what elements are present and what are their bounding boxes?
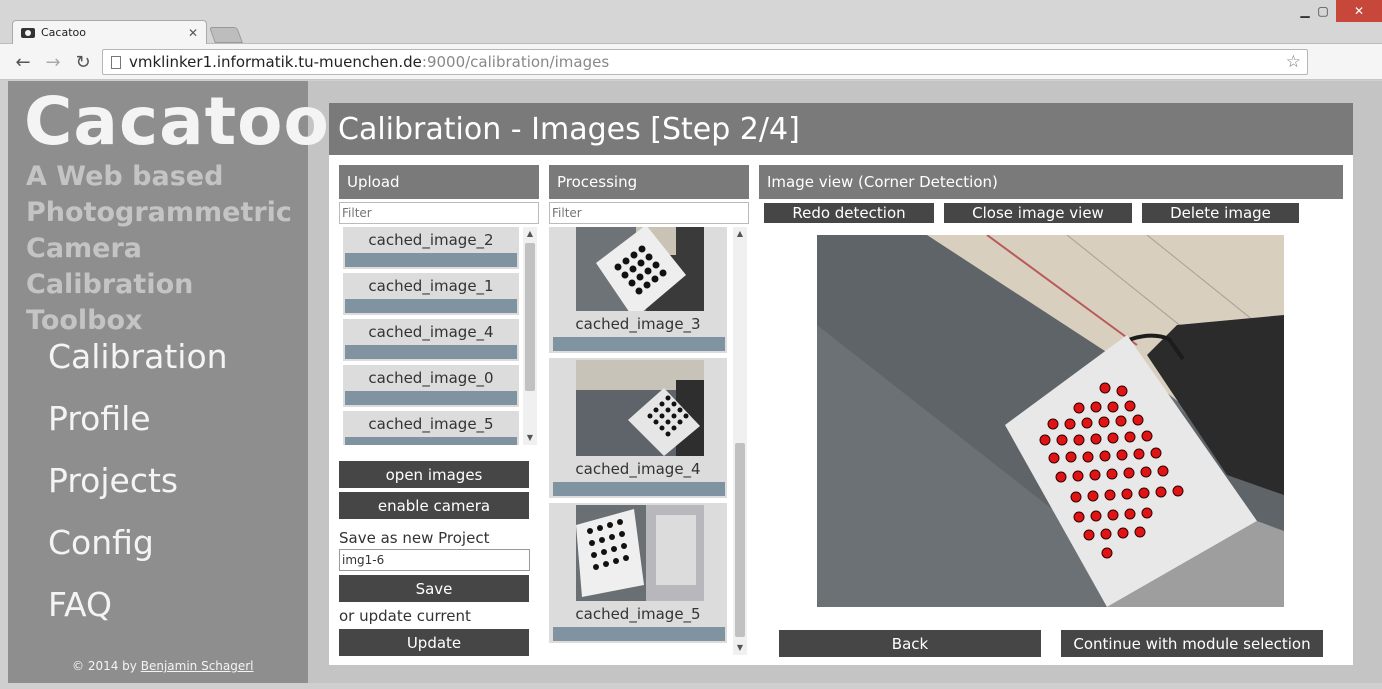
progress-bar (345, 391, 517, 405)
thumbnail-image (576, 227, 704, 311)
list-item[interactable]: cached_image_4 (343, 319, 519, 361)
footer-prefix: © 2014 by (72, 659, 137, 673)
upload-scrollbar[interactable]: ▲ ▼ (523, 227, 537, 445)
processing-filter-input[interactable] (549, 202, 749, 224)
page: Cacatoo A Web based Photogrammetric Came… (8, 81, 1382, 683)
scroll-thumb[interactable] (525, 243, 535, 391)
nav-faq[interactable]: FAQ (48, 585, 228, 647)
new-tab-button[interactable] (209, 27, 243, 43)
upload-list: cached_image_2 cached_image_1 cached_ima… (339, 227, 539, 445)
forward-arrow-icon[interactable]: → (42, 51, 64, 73)
footer: © 2014 by Benjamin Schagerl (72, 659, 254, 673)
delete-image-button[interactable]: Delete image (1142, 203, 1299, 223)
camera-icon (21, 27, 35, 38)
progress-bar (345, 345, 517, 359)
browser-tab[interactable]: Cacatoo ✕ (12, 20, 207, 44)
processing-list: cached_image_3 cached_image_4 cached_ima… (549, 227, 729, 655)
list-item-label: cached_image_5 (368, 415, 494, 433)
tagline: A Web based Photogrammetric Camera Calib… (26, 161, 292, 336)
upload-filter-input[interactable] (339, 202, 539, 224)
list-item[interactable]: cached_image_4 (549, 358, 727, 498)
calibration-image (817, 235, 1284, 607)
page-title: Calibration - Images [Step 2/4] (329, 103, 1353, 155)
address-bar[interactable]: vmklinker1.informatik.tu-muenchen.de :90… (102, 49, 1308, 75)
reload-icon[interactable]: ↻ (72, 51, 94, 73)
list-item[interactable]: cached_image_1 (343, 273, 519, 315)
main-content: Upload cached_image_2 cached_image_1 cac… (329, 155, 1353, 665)
back-arrow-icon[interactable]: ← (12, 51, 34, 73)
page-icon (111, 55, 121, 69)
nav-profile[interactable]: Profile (48, 399, 228, 461)
progress-bar (553, 627, 725, 641)
list-item[interactable]: cached_image_0 (343, 365, 519, 407)
scroll-down-icon[interactable]: ▼ (523, 431, 537, 445)
list-item-label: cached_image_2 (368, 231, 494, 249)
image-view-heading: Image view (Corner Detection) (759, 165, 1343, 199)
open-images-button[interactable]: open images (339, 461, 529, 488)
maximize-icon[interactable]: ▢ (1310, 0, 1336, 22)
scroll-up-icon[interactable]: ▲ (523, 227, 537, 241)
continue-button[interactable]: Continue with module selection (1061, 630, 1323, 657)
window-close-icon[interactable]: ✕ (1336, 0, 1382, 22)
scroll-up-icon[interactable]: ▲ (733, 227, 747, 241)
nav-calibration[interactable]: Calibration (48, 337, 228, 399)
list-item-label: cached_image_4 (575, 460, 701, 478)
progress-bar (553, 482, 725, 496)
tab-title: Cacatoo (41, 26, 86, 39)
brand-title: Cacatoo (24, 83, 330, 160)
thumbnail-image (576, 505, 704, 601)
save-button[interactable]: Save (339, 575, 529, 602)
save-as-label: Save as new Project (339, 529, 490, 547)
footer-author-link[interactable]: Benjamin Schagerl (141, 659, 254, 673)
update-button[interactable]: Update (339, 629, 529, 656)
nav-projects[interactable]: Projects (48, 461, 228, 523)
close-image-view-button[interactable]: Close image view (944, 203, 1132, 223)
list-item-label: cached_image_1 (368, 277, 494, 295)
url-path: :9000/calibration/images (421, 53, 610, 71)
list-item[interactable]: cached_image_5 (549, 503, 727, 643)
list-item[interactable]: cached_image_5 (343, 411, 519, 445)
list-item[interactable]: cached_image_2 (343, 227, 519, 269)
bookmark-star-icon[interactable]: ☆ (1286, 52, 1301, 72)
browser-toolbar: ← → ↻ vmklinker1.informatik.tu-muenchen.… (0, 44, 1382, 120)
progress-bar (345, 437, 517, 445)
progress-bar (345, 253, 517, 267)
list-item-label: cached_image_5 (575, 605, 701, 623)
processing-heading: Processing (549, 165, 749, 199)
scroll-down-icon[interactable]: ▼ (733, 641, 747, 655)
redo-detection-button[interactable]: Redo detection (764, 203, 934, 223)
list-item[interactable]: cached_image_3 (549, 227, 727, 353)
nav-config[interactable]: Config (48, 523, 228, 585)
browser-titlebar: Cacatoo ✕ ▁ ▢ ✕ (0, 0, 1382, 44)
enable-camera-button[interactable]: enable camera (339, 492, 529, 519)
url-host: vmklinker1.informatik.tu-muenchen.de (129, 53, 422, 71)
scroll-thumb[interactable] (735, 443, 745, 637)
sidebar: Cacatoo A Web based Photogrammetric Came… (8, 81, 329, 683)
thumbnail-image (576, 360, 704, 456)
list-item-label: cached_image_3 (575, 315, 701, 333)
progress-bar (345, 299, 517, 313)
list-item-label: cached_image_4 (368, 323, 494, 341)
sidebar-nav: Calibration Profile Projects Config FAQ (48, 337, 228, 647)
list-item-label: cached_image_0 (368, 369, 494, 387)
or-update-label: or update current (339, 607, 471, 625)
back-button[interactable]: Back (779, 630, 1041, 657)
close-tab-icon[interactable]: ✕ (188, 26, 198, 40)
upload-heading: Upload (339, 165, 539, 199)
processing-scrollbar[interactable]: ▲ ▼ (733, 227, 747, 655)
progress-bar (553, 337, 725, 351)
project-name-input[interactable] (339, 549, 530, 571)
